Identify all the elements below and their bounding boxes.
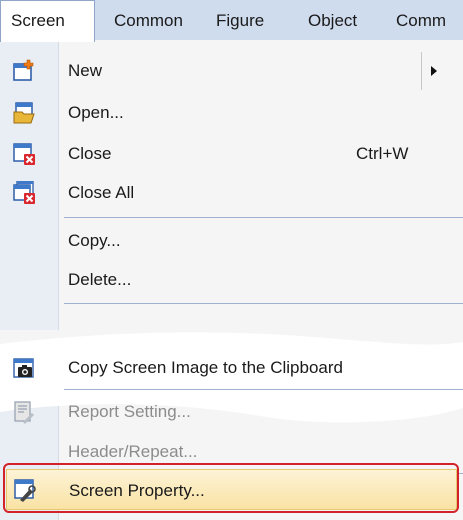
menu-separator bbox=[64, 217, 463, 218]
menu-item-close[interactable]: Close Ctrl+W bbox=[0, 135, 463, 173]
menu-item-header-repeat[interactable]: Header/Repeat... bbox=[0, 433, 463, 471]
menu-item-open[interactable]: Open... bbox=[0, 94, 463, 132]
submenu-arrow-icon bbox=[431, 66, 437, 76]
new-screen-icon bbox=[13, 59, 34, 81]
menu-item-header-repeat-label: Header/Repeat... bbox=[68, 442, 198, 461]
screen-property-icon bbox=[14, 479, 36, 502]
menu-item-screen-property-label: Screen Property... bbox=[69, 481, 205, 500]
menu-item-screen-property[interactable]: Screen Property... bbox=[6, 469, 457, 510]
menu-item-close-label: Close bbox=[68, 144, 112, 163]
screen-dropdown-menu: New Open... Close Ctrl+W Close All Copy.… bbox=[0, 40, 463, 520]
menu-item-open-label: Open... bbox=[68, 103, 124, 122]
camera-icon bbox=[13, 358, 34, 378]
menu-item-copy-screen-image-label: Copy Screen Image to the Clipboard bbox=[68, 358, 343, 377]
menu-item-delete[interactable]: Delete... bbox=[0, 261, 463, 299]
menu-common[interactable]: Common bbox=[104, 0, 204, 41]
close-shortcut: Ctrl+W bbox=[356, 144, 409, 163]
close-screen-icon bbox=[13, 143, 35, 165]
menu-item-report-setting[interactable]: Report Setting... bbox=[0, 393, 463, 431]
menu-object[interactable]: Object bbox=[298, 0, 382, 41]
menu-separator bbox=[64, 389, 463, 390]
menu-item-new[interactable]: New bbox=[0, 52, 463, 90]
close-all-icon bbox=[13, 181, 35, 204]
menu-figure[interactable]: Figure bbox=[206, 0, 294, 41]
menu-item-report-setting-label: Report Setting... bbox=[68, 402, 191, 421]
menu-item-new-label: New bbox=[68, 61, 103, 80]
menu-screen[interactable]: Screen bbox=[0, 0, 95, 42]
submenu-divider bbox=[421, 52, 422, 90]
menu-separator bbox=[64, 303, 463, 304]
report-setting-icon bbox=[14, 401, 34, 424]
open-screen-icon bbox=[13, 102, 35, 124]
menu-item-delete-label: Delete... bbox=[68, 270, 132, 289]
menu-item-copy-screen-image[interactable]: Copy Screen Image to the Clipboard bbox=[0, 349, 463, 387]
menu-item-copy[interactable]: Copy... bbox=[0, 222, 463, 260]
menu-item-copy-label: Copy... bbox=[68, 231, 121, 250]
menu-item-close-all[interactable]: Close All bbox=[0, 174, 463, 212]
menu-comm[interactable]: Comm bbox=[386, 0, 463, 41]
menu-item-close-all-label: Close All bbox=[68, 183, 135, 202]
menu-bar: Screen Common Figure Object Comm bbox=[0, 0, 463, 42]
